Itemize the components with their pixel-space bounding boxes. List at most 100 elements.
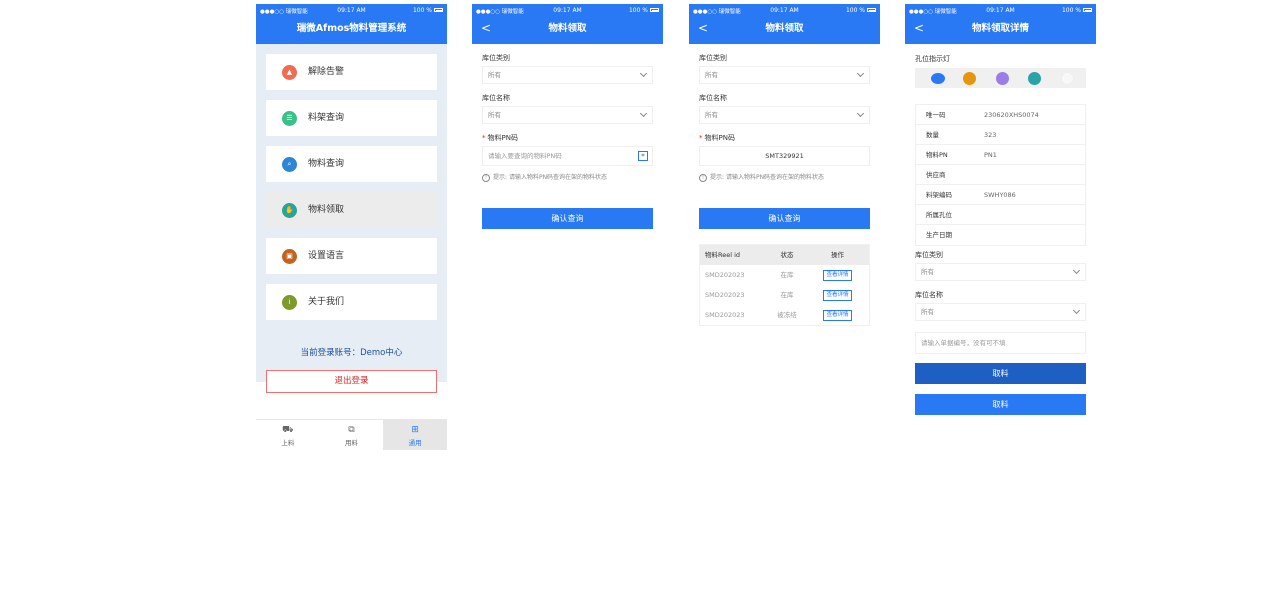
menu-item-about-us[interactable]: i 关于我们 (266, 284, 437, 320)
menu-item-material-query[interactable]: ⌕ 物料查询 (266, 146, 437, 182)
info-value: 230620XHS0074 (984, 111, 1039, 119)
battery-icon (1083, 8, 1092, 12)
pn-code-input[interactable]: 请输入要查询的物料PN码 ⌗ (482, 146, 653, 166)
tab-use[interactable]: ⧉ 用料 (320, 420, 384, 450)
warehouse-name-select[interactable]: 所有 (699, 106, 870, 124)
select-value: 所有 (921, 268, 934, 276)
view-detail-button[interactable]: 查看详情 (823, 309, 852, 321)
chevron-down-icon (639, 69, 648, 78)
tab-label: 用料 (345, 439, 358, 447)
menu-item-rack-query[interactable]: ☰ 料架查询 (266, 100, 437, 136)
warehouse-type-select[interactable]: 所有 (482, 66, 653, 84)
battery-indicator: 100 % (413, 7, 443, 14)
battery-icon (434, 8, 443, 12)
hand-receive-icon: ✋ (282, 203, 297, 218)
select-value: 所有 (488, 71, 501, 79)
back-arrow-icon[interactable]: < (698, 16, 708, 40)
view-detail-button[interactable]: 查看详情 (823, 289, 852, 301)
column-header: 物料Reel id (705, 251, 741, 259)
app-header: 瑞微Afmos物料管理系统 (256, 16, 447, 44)
column-header: 状态 (780, 251, 794, 259)
menu-item-label: 物料领取 (308, 205, 345, 215)
back-arrow-icon[interactable]: < (481, 16, 491, 40)
cart-icon: ⛟ (282, 425, 294, 435)
position-lights (915, 68, 1086, 88)
light-purple[interactable] (996, 72, 1009, 85)
status-bar: ●●●○○ 瑞微智能 09:17 AM 100 % (472, 4, 663, 16)
info-key: 数量 (926, 131, 939, 139)
light-blue[interactable] (931, 73, 945, 84)
confirm-query-button[interactable]: 确认查询 (699, 208, 870, 229)
info-row: 物料PN PN1 (916, 145, 1085, 165)
hint-body: 请输入物料PN码查询在架的物料状态 (725, 174, 825, 181)
take-material-button-secondary[interactable]: 取料 (915, 394, 1086, 415)
home-screen: ●●●○○ 瑞微智能 09:17 AM 100 % 瑞微Afmos物料管理系统 … (256, 4, 447, 450)
info-key: 料架编码 (926, 191, 952, 199)
pn-code-label-text: 物料PN码 (704, 134, 735, 142)
status-bar: ●●●○○ 瑞微智能 09:17 AM 100 % (256, 4, 447, 16)
battery-label: 100 % (628, 6, 648, 14)
tab-general[interactable]: ⊞ 通用 (383, 420, 447, 450)
warehouse-type-select[interactable]: 所有 (915, 263, 1086, 281)
status-cell: 在库 (780, 271, 794, 279)
pn-code-label: * 物料PN码 (482, 133, 653, 144)
menu-item-clear-alarm[interactable]: ▲ 解除告警 (266, 54, 437, 90)
grid-icon: ⊞ (411, 425, 419, 435)
tab-load[interactable]: ⛟ 上料 (256, 420, 320, 450)
confirm-query-button[interactable]: 确认查询 (482, 208, 653, 229)
info-row: 供应商 (916, 165, 1085, 185)
battery-indicator: 100 % (1062, 7, 1092, 14)
app-header: < 物料领取 (472, 16, 663, 44)
material-receive-results-screen: ●●●○○ 瑞微智能 09:17 AM 100 % < 物料领取 库位类别 所有… (689, 4, 880, 450)
pn-code-input[interactable]: SMT329921 (699, 146, 870, 166)
chevron-down-icon (639, 109, 648, 118)
warehouse-name-label: 库位名称 (915, 291, 943, 299)
warehouse-name-select[interactable]: 所有 (482, 106, 653, 124)
pn-code-placeholder: 请输入要查询的物料PN码 (488, 152, 562, 160)
current-account-text: 当前登录账号：Demo中心 (300, 348, 403, 358)
menu-item-set-language[interactable]: ▣ 设置语言 (266, 238, 437, 274)
warehouse-name-label: 库位名称 (482, 94, 510, 102)
rack-icon: ☰ (282, 111, 297, 126)
info-icon: i (282, 295, 297, 310)
warehouse-type-label: 库位类别 (915, 251, 943, 259)
warehouse-name-select[interactable]: 所有 (915, 303, 1086, 321)
back-arrow-icon[interactable]: < (914, 16, 924, 40)
select-value: 所有 (488, 111, 501, 119)
take-material-button[interactable]: 取料 (915, 363, 1086, 384)
info-key: 唯一码 (926, 111, 946, 119)
hint-prefix: 提示: (493, 174, 508, 181)
pn-code-label-text: 物料PN码 (487, 134, 518, 142)
info-value: PN1 (984, 151, 997, 159)
battery-label: 100 % (845, 6, 865, 14)
table-header: 物料Reel id 状态 操作 (700, 245, 869, 265)
menu-item-material-receive[interactable]: ✋ 物料领取 (266, 192, 437, 228)
light-white[interactable] (1061, 72, 1074, 85)
battery-label: 100 % (1061, 6, 1081, 14)
logout-button[interactable]: 退出登录 (266, 370, 437, 393)
warehouse-type-select[interactable]: 所有 (699, 66, 870, 84)
hint-icon: ! (482, 173, 490, 182)
tab-label: 通用 (408, 439, 422, 447)
light-orange[interactable] (963, 72, 976, 85)
app-header: < 物料领取详情 (905, 16, 1096, 44)
action-cell: 查看详情 (806, 305, 869, 325)
table-row: SMD202023 在库 查看详情 (700, 265, 869, 285)
battery-label: 100 % (412, 6, 432, 14)
action-cell: 查看详情 (806, 265, 869, 285)
view-detail-button[interactable]: 查看详情 (823, 269, 852, 281)
column-header: 操作 (831, 251, 844, 259)
app-header: < 物料领取 (689, 16, 880, 44)
scan-icon[interactable]: ⌗ (638, 151, 648, 161)
reel-id-cell: SMD202023 (705, 291, 745, 299)
info-key: 供应商 (926, 171, 946, 179)
info-row: 生产日期 (916, 225, 1085, 245)
reel-id-cell: SMD202023 (705, 271, 745, 279)
light-teal[interactable] (1028, 72, 1041, 85)
material-info-table: 唯一码 230620XHS0074 数量 323 物料PN PN1 供应商 料架编码 S… (915, 104, 1086, 246)
order-number-input[interactable]: 请输入单据编号，没有可不填 (915, 332, 1086, 354)
position-light-label: 孔位指示灯 (915, 55, 950, 63)
info-row: 数量 323 (916, 125, 1085, 145)
status-bar: ●●●○○ 瑞微智能 09:17 AM 100 % (689, 4, 880, 16)
warehouse-name-label: 库位名称 (699, 94, 727, 102)
